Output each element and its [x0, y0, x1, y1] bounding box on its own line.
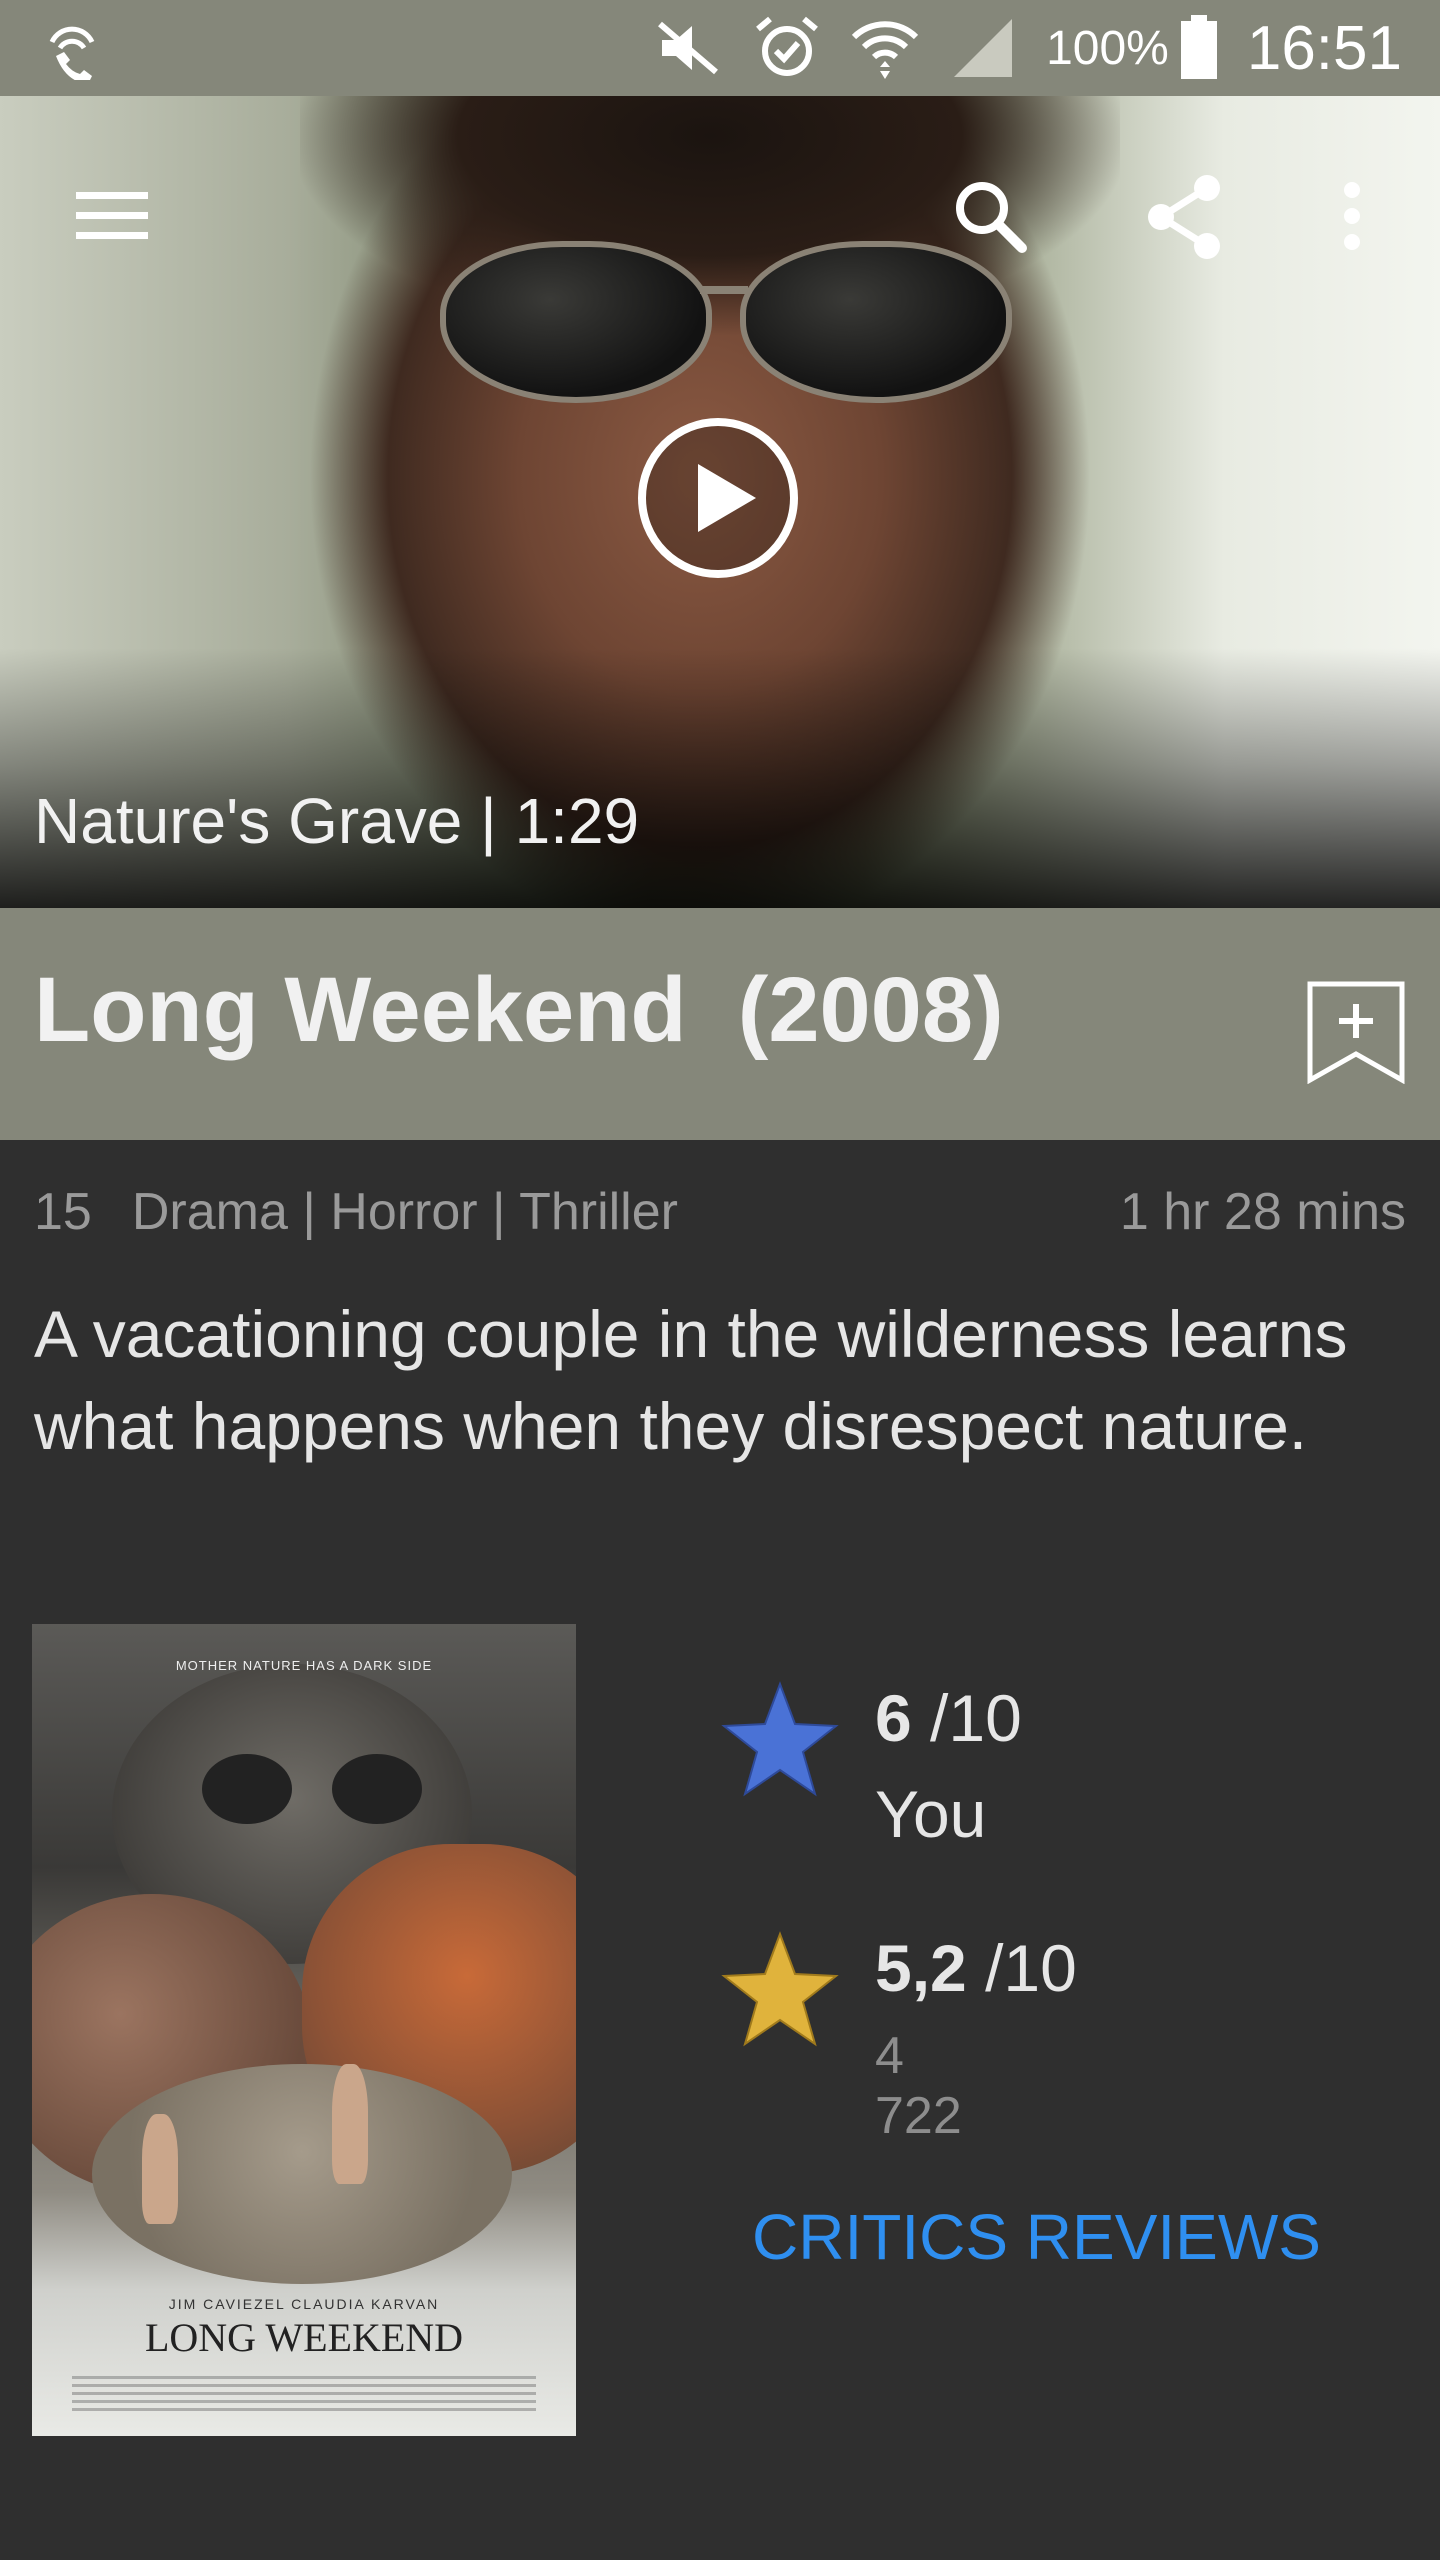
user-rating-value: 6 /10: [875, 1681, 1022, 1755]
critics-reviews-link[interactable]: CRITICS REVIEWS: [752, 2200, 1321, 2274]
user-rating-label: You: [875, 1777, 987, 1851]
play-icon: [638, 418, 798, 578]
certificate: 15: [34, 1183, 92, 1241]
bookmark-add-icon: [1307, 981, 1405, 1085]
share-icon[interactable]: [1130, 162, 1240, 272]
page-title: Long Weekend (2008): [34, 959, 1004, 1061]
add-to-watchlist-button[interactable]: [1306, 980, 1406, 1085]
trailer-video[interactable]: Nature's Grave | 1:29: [0, 96, 1440, 908]
title-band: Long Weekend (2008): [0, 908, 1440, 1140]
poster-title: LONG WEEKEND: [144, 2315, 464, 2360]
video-caption: Nature's Grave | 1:29: [34, 785, 640, 857]
mute-icon: [654, 18, 724, 78]
status-bar: 100% 16:51: [0, 0, 1440, 96]
search-icon[interactable]: [940, 166, 1040, 266]
runtime: 1 hr 28 mins: [1119, 1183, 1406, 1241]
menu-icon[interactable]: [66, 176, 158, 256]
movie-meta: 15 Drama | Horror | Thriller 1 hr 28 mins: [34, 1182, 1406, 1242]
vote-count: 4 722: [875, 2027, 962, 2145]
synopsis: A vacationing couple in the wilderness l…: [34, 1297, 1348, 1463]
star-icon: [721, 1681, 839, 1797]
more-icon[interactable]: [1320, 166, 1384, 266]
star-icon: [721, 1931, 839, 2047]
battery-percentage: 100%: [1046, 21, 1169, 75]
battery-icon: [1179, 15, 1219, 81]
clock: 16:51: [1246, 13, 1402, 83]
poster-tagline: MOTHER NATURE HAS A DARK SIDE: [175, 1658, 433, 1673]
average-rating-value: 5,2 /10: [875, 1931, 1077, 2005]
play-button[interactable]: [636, 416, 800, 580]
wifi-icon: [850, 15, 920, 81]
alarm-icon: [754, 15, 820, 81]
wifi-calling-icon: [42, 16, 102, 85]
signal-icon: [950, 15, 1016, 81]
poster-cast: JIM CAVIEZEL CLAUDIA KARVAN: [168, 2296, 440, 2312]
movie-poster[interactable]: MOTHER NATURE HAS A DARK SIDE JIM CAVIEZ…: [32, 1624, 576, 2436]
genres: Drama | Horror | Thriller: [131, 1183, 678, 1241]
